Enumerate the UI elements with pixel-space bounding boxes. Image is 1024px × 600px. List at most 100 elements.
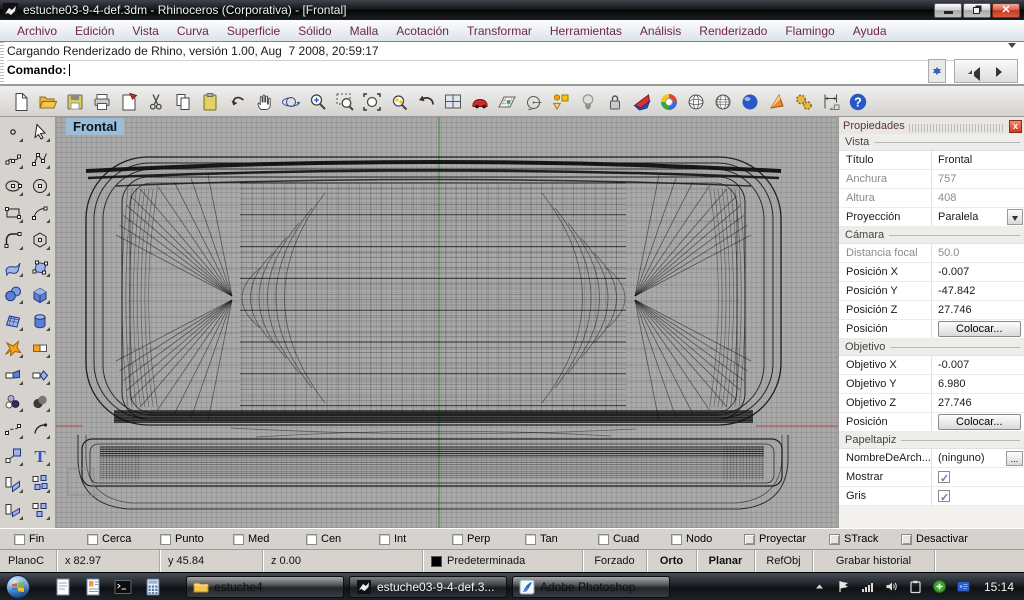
orbit-icon[interactable] bbox=[278, 89, 304, 114]
arc-tool-icon[interactable] bbox=[27, 200, 53, 226]
antivirus-tray-icon[interactable] bbox=[932, 579, 947, 594]
command-history-dropdown-icon[interactable] bbox=[1008, 43, 1016, 52]
osnap-tan-checkbox[interactable] bbox=[525, 534, 536, 545]
extend-2-tool-icon[interactable] bbox=[0, 497, 26, 523]
osnap-int-checkbox[interactable] bbox=[379, 534, 390, 545]
osnap-strack-checkbox[interactable] bbox=[829, 534, 840, 545]
render-sphere-icon[interactable] bbox=[737, 89, 763, 114]
posicion-z-value[interactable]: 27.746 bbox=[931, 301, 1024, 319]
menu-herramientas[interactable]: Herramientas bbox=[541, 21, 631, 41]
ellipse-tool-icon[interactable] bbox=[0, 173, 26, 199]
osnap-cen[interactable]: Cen bbox=[306, 533, 379, 545]
color-wheel-icon[interactable] bbox=[656, 89, 682, 114]
osnap-med-checkbox[interactable] bbox=[233, 534, 244, 545]
print-icon[interactable] bbox=[89, 89, 115, 114]
osnap-desactivar-checkbox[interactable] bbox=[901, 534, 912, 545]
osnap-punto[interactable]: Punto bbox=[160, 533, 233, 545]
menu-superficie[interactable]: Superficie bbox=[218, 21, 289, 41]
wordpad-icon[interactable] bbox=[82, 576, 104, 598]
polygon-tool-icon[interactable] bbox=[27, 227, 53, 253]
properties-header[interactable]: Propiedades x bbox=[839, 117, 1024, 134]
explode-tool-icon[interactable] bbox=[0, 335, 26, 361]
scale-tool-icon[interactable] bbox=[0, 443, 26, 469]
gris-checkbox[interactable] bbox=[938, 490, 950, 502]
group-tool-icon[interactable] bbox=[0, 389, 26, 415]
trim-tool-icon[interactable] bbox=[0, 362, 26, 388]
colocar-objetivo-button[interactable]: Colocar... bbox=[938, 414, 1021, 430]
block-tool-icon[interactable] bbox=[27, 470, 53, 496]
osnap-strack[interactable]: STrack bbox=[829, 533, 901, 545]
start-button[interactable] bbox=[4, 574, 34, 600]
mesh-surface-tool-icon[interactable] bbox=[0, 308, 26, 334]
menu-vista[interactable]: Vista bbox=[123, 21, 167, 41]
menu-acotacion[interactable]: Acotación bbox=[387, 21, 458, 41]
pointer-tool-icon[interactable] bbox=[27, 119, 53, 145]
osnap-shapes-icon[interactable] bbox=[548, 89, 574, 114]
cylinder-tool-icon[interactable] bbox=[27, 308, 53, 334]
osnap-int[interactable]: Int bbox=[379, 533, 452, 545]
task-photoshop[interactable]: Adobe Photoshop bbox=[512, 576, 670, 598]
osnap-perp-checkbox[interactable] bbox=[452, 534, 463, 545]
viewport-title[interactable]: Frontal bbox=[66, 118, 124, 135]
osnap-tan[interactable]: Tan bbox=[525, 533, 598, 545]
osnap-fin[interactable]: Fin bbox=[14, 533, 87, 545]
menu-ayuda[interactable]: Ayuda bbox=[844, 21, 896, 41]
split-tool-icon[interactable] bbox=[27, 362, 53, 388]
toggle-grabar-historial[interactable]: Grabar historial bbox=[813, 550, 935, 572]
polyline-tool-icon[interactable] bbox=[27, 146, 53, 172]
osnap-cuad[interactable]: Cuad bbox=[598, 533, 671, 545]
toggle-orto[interactable]: Orto bbox=[647, 550, 697, 572]
new-file-icon[interactable] bbox=[8, 89, 34, 114]
lock-icon[interactable] bbox=[602, 89, 628, 114]
pan-hand-icon[interactable] bbox=[251, 89, 277, 114]
menu-transformar[interactable]: Transformar bbox=[458, 21, 541, 41]
viewport-frontal[interactable]: Frontal bbox=[56, 117, 838, 528]
box-tool-icon[interactable] bbox=[27, 281, 53, 307]
sphere-mesh-icon[interactable] bbox=[710, 89, 736, 114]
osnap-cen-checkbox[interactable] bbox=[306, 534, 317, 545]
osnap-med[interactable]: Med bbox=[233, 533, 306, 545]
toggle-refobj[interactable]: RefObj bbox=[755, 550, 813, 572]
command-prompt-icon[interactable] bbox=[112, 576, 134, 598]
sphere-wireframe-icon[interactable] bbox=[683, 89, 709, 114]
command-line[interactable]: Comando: bbox=[7, 60, 1017, 77]
circle-center-icon[interactable] bbox=[521, 89, 547, 114]
calculator-icon[interactable] bbox=[142, 576, 164, 598]
objetivo-y-value[interactable]: 6.980 bbox=[931, 375, 1024, 393]
fillet-tool-icon[interactable] bbox=[0, 227, 26, 253]
network-signal-icon[interactable] bbox=[860, 579, 875, 594]
notepad-icon[interactable] bbox=[52, 576, 74, 598]
osnap-fin-checkbox[interactable] bbox=[14, 534, 25, 545]
circle-tool-icon[interactable] bbox=[27, 173, 53, 199]
text-tool-icon[interactable]: T bbox=[27, 443, 53, 469]
posicion-y-value[interactable]: -47.842 bbox=[931, 282, 1024, 300]
car-icon[interactable] bbox=[467, 89, 493, 114]
taskbar-clock[interactable]: 15:14 bbox=[984, 580, 1014, 594]
toggle-planar[interactable]: Planar bbox=[697, 550, 755, 572]
osnap-nodo-checkbox[interactable] bbox=[671, 534, 682, 545]
proyeccion-dropdown-icon[interactable] bbox=[1007, 209, 1023, 225]
command-spinner[interactable] bbox=[928, 59, 946, 83]
menu-archivo[interactable]: Archivo bbox=[8, 21, 66, 41]
task-rhino-file[interactable]: estuche03-9-4-def.3... bbox=[349, 576, 507, 598]
panel-drag-grip[interactable] bbox=[909, 124, 1005, 132]
open-folder-icon[interactable] bbox=[35, 89, 61, 114]
zoom-in-icon[interactable] bbox=[305, 89, 331, 114]
menu-renderizado[interactable]: Renderizado bbox=[690, 21, 776, 41]
zoom-extents-icon[interactable] bbox=[359, 89, 385, 114]
colocar-camara-button[interactable]: Colocar... bbox=[938, 321, 1021, 337]
cplane-map-icon[interactable] bbox=[494, 89, 520, 114]
help-icon[interactable]: ? bbox=[845, 89, 871, 114]
osnap-desactivar[interactable]: Desactivar bbox=[901, 533, 993, 545]
volume-icon[interactable] bbox=[884, 579, 899, 594]
surface-control-tool-icon[interactable] bbox=[27, 254, 53, 280]
sphere-tool-icon[interactable] bbox=[0, 281, 26, 307]
paste-icon[interactable] bbox=[197, 89, 223, 114]
light-icon[interactable] bbox=[575, 89, 601, 114]
viewport-grid-icon[interactable] bbox=[440, 89, 466, 114]
tray-expand-icon[interactable] bbox=[812, 579, 827, 594]
extend-tool-icon[interactable] bbox=[0, 470, 26, 496]
cut-icon[interactable] bbox=[143, 89, 169, 114]
point-tool-icon[interactable] bbox=[0, 119, 26, 145]
export-page-icon[interactable] bbox=[116, 89, 142, 114]
